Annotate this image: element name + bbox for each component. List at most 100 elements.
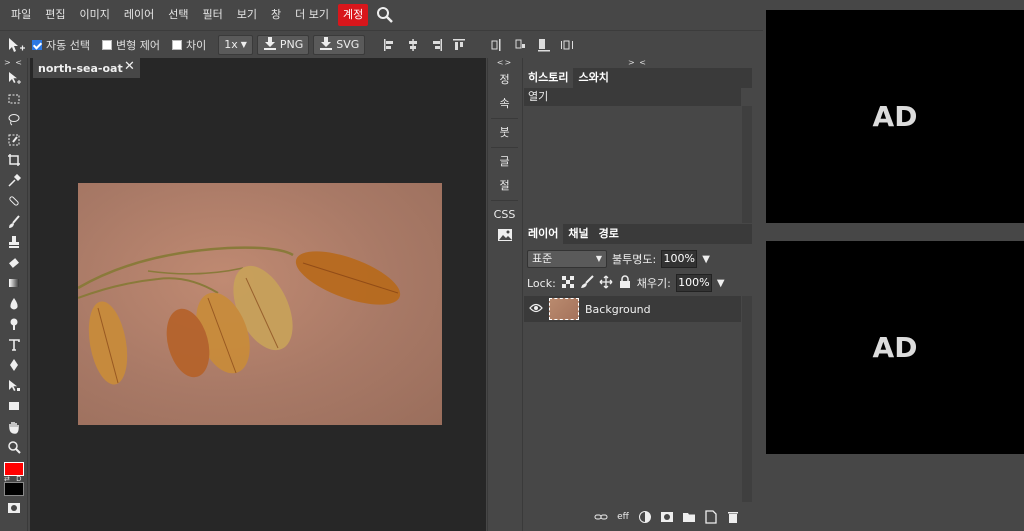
lock-label: Lock: [527, 276, 556, 290]
history-list: 열기 [524, 88, 741, 223]
distance-checkbox[interactable]: 차이 [171, 37, 206, 53]
tab-channels[interactable]: 채널 [563, 224, 593, 244]
collapse-toggle[interactable]: > < [0, 58, 27, 68]
checkbox-unchecked[interactable] [101, 39, 112, 50]
checkbox-checked[interactable] [32, 39, 42, 50]
healing-icon[interactable] [0, 191, 28, 212]
history-item[interactable]: 열기 [524, 88, 741, 106]
distribute-horizontal-icon[interactable] [560, 38, 574, 52]
menu-select[interactable]: 선택 [161, 4, 195, 26]
align-bottom-icon[interactable] [514, 38, 528, 52]
eye-icon[interactable] [529, 303, 543, 316]
gradient-icon[interactable] [0, 273, 28, 294]
trash-icon[interactable] [726, 510, 740, 524]
foreground-color-swatch[interactable] [4, 462, 24, 476]
lock-transparency-icon[interactable] [561, 275, 575, 292]
pen-tool-icon[interactable] [0, 355, 28, 376]
blend-mode-select[interactable]: 표준 [527, 250, 607, 268]
opacity-label: 불투명도: [612, 253, 657, 266]
background-color-swatch[interactable] [4, 482, 24, 496]
checkbox-unchecked[interactable] [171, 39, 182, 50]
lock-paint-icon[interactable] [580, 274, 594, 292]
auto-select-checkbox[interactable]: 자동 선택 [32, 37, 90, 53]
layer-row[interactable]: Background [524, 296, 741, 322]
mini-brush[interactable]: 붓 [488, 121, 521, 145]
collapse-toggle[interactable]: > < [628, 58, 647, 68]
mini-paragraph[interactable]: 절 [488, 174, 521, 198]
hand-tool-icon[interactable] [0, 417, 28, 438]
mini-character[interactable]: 글 [488, 150, 521, 174]
align-center-icon[interactable] [406, 38, 420, 52]
menu-window[interactable]: 창 [264, 4, 288, 26]
zoom-select[interactable]: 1x ▼ [218, 34, 253, 55]
ad-banner-bottom[interactable]: AD [766, 241, 1024, 454]
stamp-icon[interactable] [0, 232, 28, 253]
menu-account[interactable]: 계정 [337, 4, 369, 26]
align-left-icon[interactable] [383, 38, 397, 52]
menu-view[interactable]: 보기 [230, 4, 264, 26]
zoom-tool-icon[interactable] [0, 437, 28, 458]
move-tool-icon[interactable] [0, 68, 28, 89]
tab-paths[interactable]: 경로 [594, 224, 624, 244]
distribute-icon[interactable] [537, 38, 551, 52]
effects-icon[interactable]: eff [616, 510, 630, 524]
align-middle-icon[interactable] [491, 38, 505, 52]
align-right-icon[interactable] [429, 38, 443, 52]
shape-tool-icon[interactable] [0, 396, 28, 417]
document-tab[interactable]: north-sea-oat ✕ [33, 58, 140, 78]
move-tool-icon[interactable] [6, 35, 28, 55]
tab-layers[interactable]: 레이어 [523, 224, 564, 244]
text-tool-icon[interactable] [0, 335, 28, 356]
blur-icon[interactable] [0, 294, 28, 315]
layer-name[interactable]: Background [585, 303, 651, 316]
chevron-down-icon[interactable]: ▼ [702, 254, 710, 265]
export-svg-button[interactable]: SVG [313, 34, 366, 55]
expand-toggle[interactable]: <> [488, 58, 521, 68]
chevron-down-icon[interactable]: ▼ [717, 278, 725, 289]
fill-input[interactable]: 100% [675, 274, 712, 292]
menu-edit[interactable]: 편집 [38, 4, 72, 26]
lock-all-icon[interactable] [618, 274, 632, 292]
quick-mask-icon[interactable] [0, 498, 28, 519]
new-layer-icon[interactable] [704, 510, 718, 524]
tab-swatches[interactable]: 스와치 [573, 68, 613, 88]
marquee-tool-icon[interactable] [0, 89, 28, 110]
mini-properties[interactable]: 속 [488, 92, 521, 116]
align-top-icon[interactable] [452, 38, 466, 52]
download-icon [319, 36, 333, 53]
lock-move-icon[interactable] [599, 275, 613, 292]
folder-icon[interactable] [682, 510, 696, 524]
menu-file[interactable]: 파일 [4, 4, 38, 26]
transform-controls-checkbox[interactable]: 변형 제어 [101, 37, 160, 53]
path-select-icon[interactable] [0, 376, 28, 397]
scrollbar[interactable] [742, 106, 752, 223]
menu-filter[interactable]: 필터 [196, 4, 230, 26]
image-canvas[interactable] [78, 183, 442, 425]
menu-more[interactable]: 더 보기 [288, 4, 336, 26]
eraser-icon[interactable] [0, 253, 28, 274]
menu-image[interactable]: 이미지 [73, 4, 117, 26]
lasso-tool-icon[interactable] [0, 109, 28, 130]
mini-css[interactable]: CSS [488, 203, 521, 227]
crop-tool-icon[interactable] [0, 150, 28, 171]
ad-banner-top[interactable]: AD [766, 10, 1024, 223]
image-icon[interactable] [488, 227, 521, 251]
opacity-input[interactable]: 100% [661, 250, 698, 268]
link-icon[interactable] [594, 510, 608, 524]
quick-select-icon[interactable] [0, 130, 28, 151]
search-icon[interactable] [374, 4, 396, 26]
menu-layer[interactable]: 레이어 [117, 4, 161, 26]
scrollbar[interactable] [742, 296, 752, 502]
export-png-button[interactable]: PNG [256, 34, 310, 55]
divider [491, 147, 518, 148]
mini-info[interactable]: 정 [488, 68, 521, 92]
mask-icon[interactable] [660, 510, 674, 524]
eyedropper-icon[interactable] [0, 171, 28, 192]
tab-history[interactable]: 히스토리 [523, 68, 574, 88]
divider [491, 200, 518, 201]
dodge-icon[interactable] [0, 314, 28, 335]
brush-icon[interactable] [0, 212, 28, 233]
adjustment-icon[interactable] [638, 510, 652, 524]
history-tabs: 히스토리 스와치 [523, 68, 752, 88]
close-icon[interactable]: ✕ [124, 59, 135, 74]
